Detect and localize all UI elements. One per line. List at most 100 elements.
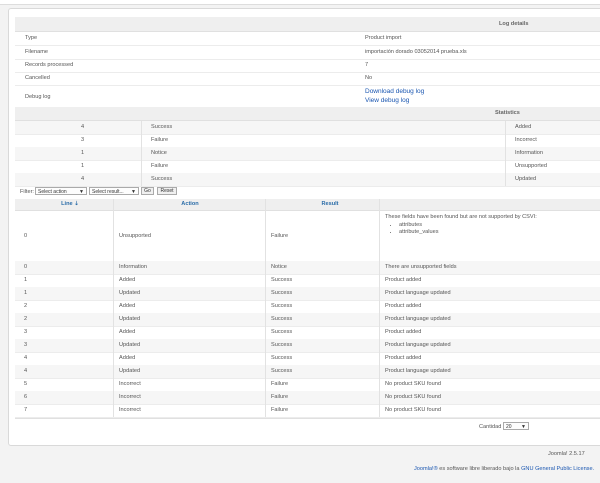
row-line-number: 0 [24,233,28,239]
column-line[interactable]: Line ⇣ [55,201,85,207]
table-row: 1 Added Success Product added [15,274,600,288]
action-select-value: Select action [38,189,67,195]
action-select[interactable]: Select action ▼ [35,187,87,195]
row-line-number: 2 [24,316,28,322]
row-action: Updated [119,290,141,296]
stats-result: Success [151,124,173,130]
download-debug-log-link[interactable]: Download debug log [365,88,424,95]
view-debug-log-link[interactable]: View debug log [365,97,409,104]
row-message: No product SKU found [385,381,441,387]
statistics-title: Statistics [495,110,520,116]
chevron-down-icon: ▼ [79,189,84,195]
joomla-link[interactable]: Joomla!® [414,466,438,472]
row-line-number: 3 [24,342,28,348]
table-row: 7 Incorrect Failure No product SKU found [15,404,600,418]
stats-result: Failure [151,137,169,143]
stats-count: 1 [81,163,85,169]
table-row: 0 Information Notice There are unsupport… [15,261,600,275]
stats-row: 4 Success Updated [15,173,600,187]
log-value: importación dorado 03052014 prueba.xls [365,49,467,55]
row-result: Failure [271,394,289,400]
reset-button[interactable]: Reset [157,187,177,195]
log-row-records: Records processed 7 [15,59,600,73]
statistics-header: Statistics [15,107,600,121]
stats-action: Added [515,124,532,130]
unsupported-fields-text: These fields have been found but are not… [385,214,537,220]
row-action: Unsupported [119,233,152,239]
stats-row: 1 Failure Unsupported [15,160,600,174]
row-action: Incorrect [119,394,141,400]
log-panel: Log details Type Product import Filename… [8,8,600,446]
table-row: 1 Updated Success Product language updat… [15,287,600,301]
table-row: 6 Incorrect Failure No product SKU found [15,391,600,405]
row-result: Success [271,368,293,374]
log-row-debug: Debug log Download debug log View debug … [15,86,600,109]
chevron-down-icon: ▼ [131,189,136,195]
license-text: es software libre liberado bajo la [439,466,520,472]
table-row: 3 Updated Success Product language updat… [15,339,600,353]
row-message: These fields have been found but are not… [385,214,599,236]
page-size-select[interactable]: 20 ▼ [503,422,529,430]
stats-divider [505,121,506,186]
stats-action: Information [515,150,543,156]
log-value: Product import [365,35,402,41]
stats-row: 3 Failure Incorrect [15,134,600,148]
row-action: Information [119,264,147,270]
gpl-license-link[interactable]: GNU General Public License. [521,466,594,472]
stats-action: Unsupported [515,163,548,169]
table-row: 2 Added Success Product added [15,300,600,314]
column-result[interactable]: Result [305,201,355,207]
license-line: Joomla!® es software libre liberado bajo… [414,466,594,472]
table-divider [113,199,114,417]
top-border [0,0,600,5]
table-row: 0 Unsupported Failure These fields have … [15,211,600,262]
filter-label: Filter: [20,189,34,195]
row-action: Added [119,303,136,309]
row-message: Product language updated [385,342,451,348]
result-select[interactable]: Select result... ▼ [89,187,139,195]
stats-count: 4 [81,176,85,182]
row-result: Failure [271,407,289,413]
stats-result: Failure [151,163,169,169]
column-action[interactable]: Action [165,201,215,207]
row-message: Product language updated [385,290,451,296]
row-message: Product language updated [385,368,451,374]
stats-action: Incorrect [515,137,537,143]
row-action: Updated [119,316,141,322]
list-item: attribute_values [399,229,599,235]
log-value: 7 [365,62,369,68]
row-line-number: 4 [24,355,28,361]
table-row: 4 Added Success Product added [15,352,600,366]
row-line-number: 2 [24,303,28,309]
row-action: Incorrect [119,407,141,413]
table-row: 5 Incorrect Failure No product SKU found [15,378,600,392]
row-message: No product SKU found [385,407,441,413]
row-action: Added [119,355,136,361]
go-button[interactable]: Go [141,187,154,195]
log-label: Cancelled [25,75,50,81]
log-row-cancelled: Cancelled No [15,72,600,86]
row-message: Product added [385,303,422,309]
row-message: Product language updated [385,316,451,322]
stats-action: Updated [515,176,537,182]
version-text: Joomla! 2.5.17 [548,451,585,457]
row-action: Updated [119,342,141,348]
table-row: 3 Added Success Product added [15,326,600,340]
stats-count: 4 [81,124,85,130]
stats-row: 1 Notice Information [15,147,600,161]
stats-row: 4 Success Added [15,121,600,135]
row-message: There are unsupported fields [385,264,457,270]
row-result: Failure [271,233,289,239]
table-divider [379,199,380,417]
page-size-value: 20 [506,424,512,430]
log-row-type: Type Product import [15,32,600,46]
stats-divider [141,121,142,186]
row-result: Failure [271,381,289,387]
log-label: Records processed [25,62,74,68]
row-action: Incorrect [119,381,141,387]
log-value: No [365,75,373,81]
log-label: Filename [25,49,49,55]
log-row-filename: Filename importación dorado 03052014 pru… [15,46,600,60]
row-result: Success [271,277,293,283]
stats-count: 3 [81,137,85,143]
